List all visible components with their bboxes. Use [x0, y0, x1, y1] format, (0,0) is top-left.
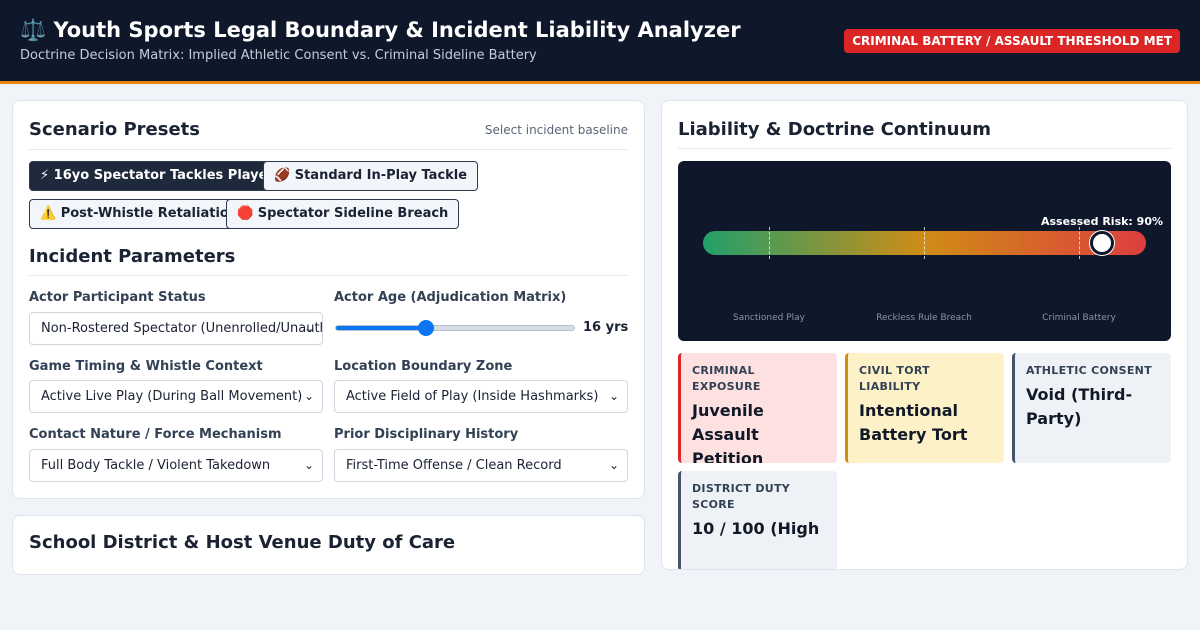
zone-label-criminal: Criminal Battery	[1042, 313, 1116, 323]
game-timing-value: Active Live Play (During Ball Movement)	[41, 389, 303, 404]
scenario-card: Scenario Presets Select incident baselin…	[12, 100, 645, 499]
civil-tort-tile: CIVIL TORT LIABILITY Intentional Battery…	[845, 353, 1004, 463]
zone-label-reckless: Reckless Rule Breach	[876, 313, 972, 323]
warning-icon: ⚠️	[40, 206, 57, 221]
continuum-card: Liability & Doctrine Continuum Assessed …	[661, 100, 1188, 570]
actor-status-label: Actor Participant Status	[29, 290, 206, 305]
stop-sign-icon: 🛑	[237, 206, 254, 221]
chevron-down-icon: ⌄	[303, 389, 314, 403]
preset-button-spectator-tackle[interactable]: ⚡ 16yo Spectator Tackles Player	[29, 161, 285, 191]
chevron-down-icon: ⌄	[303, 458, 314, 472]
tile-value: Juvenile Assault Petition	[692, 401, 764, 463]
preset-label: Standard In-Play Tackle	[294, 168, 468, 183]
location-zone-label: Location Boundary Zone	[334, 359, 513, 374]
duty-title: School District & Host Venue Duty of Car…	[29, 532, 456, 553]
actor-status-value: Non-Rostered Spectator (Unenrolled/Unaut…	[41, 321, 322, 336]
location-zone-select[interactable]: Active Field of Play (Inside Hashmarks) ⌄	[334, 380, 628, 413]
scales-icon: ⚖️	[20, 18, 47, 42]
contact-nature-value: Full Body Tackle / Violent Takedown	[41, 458, 271, 473]
slider-fill	[336, 326, 427, 330]
game-timing-select[interactable]: Active Live Play (During Ball Movement) ⌄	[29, 380, 323, 413]
football-icon: 🏈	[274, 168, 291, 183]
zone-label-sanctioned: Sanctioned Play	[733, 313, 805, 323]
athletic-consent-tile: ATHLETIC CONSENT Void (Third-Party)	[1012, 353, 1171, 463]
gauge-zone-tick	[1079, 227, 1080, 259]
prior-history-select[interactable]: First-Time Offense / Clean Record ⌄	[334, 449, 628, 482]
chevron-down-icon: ⌄	[608, 458, 619, 472]
divider	[29, 149, 628, 150]
page-subtitle: Doctrine Decision Matrix: Implied Athlet…	[20, 48, 537, 63]
chevron-down-icon: ⌄	[303, 321, 314, 335]
chevron-down-icon: ⌄	[608, 389, 619, 403]
gauge-zone-tick	[924, 227, 925, 259]
gauge-zone-tick	[769, 227, 770, 259]
tile-value: 10 / 100 (High	[692, 519, 820, 538]
page-title: ⚖️ Youth Sports Legal Boundary & Inciden…	[20, 18, 741, 43]
tile-value: Intentional Battery Tort	[859, 401, 968, 444]
tile-label: CIVIL TORT LIABILITY	[859, 364, 930, 393]
contact-nature-select[interactable]: Full Body Tackle / Violent Takedown ⌄	[29, 449, 323, 482]
actor-status-select[interactable]: Non-Rostered Spectator (Unenrolled/Unaut…	[29, 312, 323, 345]
continuum-title: Liability & Doctrine Continuum	[678, 119, 992, 140]
game-timing-label: Game Timing & Whistle Context	[29, 359, 263, 374]
prior-history-value: First-Time Offense / Clean Record	[346, 458, 562, 473]
prior-history-label: Prior Disciplinary History	[334, 427, 519, 442]
assessed-risk-label: Assessed Risk: 90%	[1041, 215, 1163, 228]
tile-label: ATHLETIC CONSENT	[1026, 364, 1152, 377]
duty-of-care-card: School District & Host Venue Duty of Car…	[12, 515, 645, 575]
tile-label: DISTRICT DUTY SCORE	[692, 482, 791, 511]
actor-age-label: Actor Age (Adjudication Matrix)	[334, 290, 567, 305]
params-title: Incident Parameters	[29, 246, 236, 267]
preset-button-standard-tackle[interactable]: 🏈 Standard In-Play Tackle	[263, 161, 479, 191]
location-zone-value: Active Field of Play (Inside Hashmarks)	[346, 389, 599, 404]
contact-nature-label: Contact Nature / Force Mechanism	[29, 427, 282, 442]
tile-value: Void (Third-Party)	[1026, 385, 1133, 428]
risk-marker	[1089, 231, 1114, 255]
page-title-text: Youth Sports Legal Boundary & Incident L…	[53, 18, 741, 42]
preset-label: Post-Whistle Retaliation	[60, 206, 239, 221]
tile-label: CRIMINAL EXPOSURE	[692, 364, 761, 393]
presets-hint: Select incident baseline	[484, 123, 628, 137]
district-duty-tile: DISTRICT DUTY SCORE 10 / 100 (High	[678, 471, 837, 569]
actor-age-value: 16 yrs	[583, 320, 629, 335]
divider	[29, 275, 628, 276]
presets-title: Scenario Presets	[29, 119, 200, 140]
criminal-exposure-tile: CRIMINAL EXPOSURE Juvenile Assault Petit…	[678, 353, 837, 463]
status-badge: CRIMINAL BATTERY / ASSAULT THRESHOLD MET	[844, 29, 1180, 53]
app-header: ⚖️ Youth Sports Legal Boundary & Inciden…	[0, 0, 1200, 84]
actor-age-slider[interactable]	[335, 320, 575, 336]
preset-label: 16yo Spectator Tackles Player	[53, 168, 274, 183]
preset-button-sideline-breach[interactable]: 🛑 Spectator Sideline Breach	[226, 199, 460, 229]
lightning-icon: ⚡	[40, 168, 50, 183]
preset-button-post-whistle[interactable]: ⚠️ Post-Whistle Retaliation	[29, 199, 250, 229]
slider-thumb[interactable]	[418, 320, 435, 336]
preset-label: Spectator Sideline Breach	[257, 206, 449, 221]
divider	[678, 148, 1171, 149]
liability-gauge: Assessed Risk: 90% Sanctioned Play Reckl…	[678, 161, 1171, 341]
